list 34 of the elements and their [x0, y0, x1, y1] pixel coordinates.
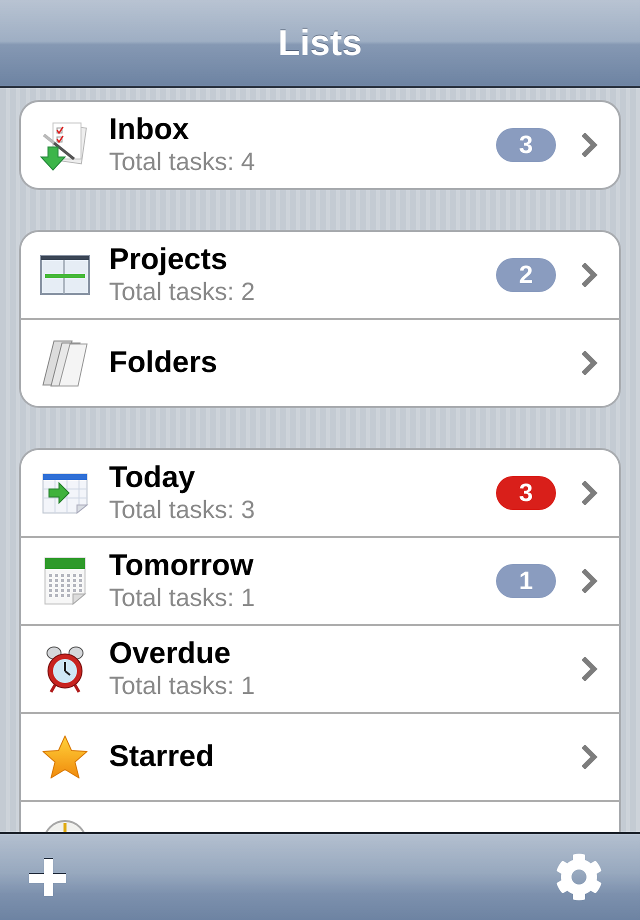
task-count-text: Total tasks: 3 — [109, 495, 256, 525]
list-title: Inbox — [109, 113, 190, 147]
chevron-icon — [582, 133, 598, 157]
task-count-text: Total tasks: 1 — [109, 583, 256, 613]
task-count-text: Total tasks: 1 — [109, 671, 256, 701]
chevron-icon — [582, 351, 598, 375]
count-badge: 3 — [496, 476, 556, 510]
settings-icon[interactable] — [555, 853, 603, 901]
list-title: Folders — [109, 346, 218, 380]
chevron-icon — [582, 745, 598, 769]
list-row[interactable]: Inbox Total tasks: 4 3 — [21, 102, 619, 188]
window-icon — [40, 255, 90, 295]
chevron-icon — [582, 481, 598, 505]
count-badge: 2 — [496, 258, 556, 292]
task-count-text: Total tasks: 2 — [109, 277, 256, 307]
star-icon — [42, 735, 88, 779]
list-row[interactable] — [21, 800, 619, 832]
list-title: Projects — [109, 243, 228, 277]
add-icon[interactable] — [29, 858, 67, 896]
chevron-icon — [582, 263, 598, 287]
task-count-text: Total tasks: 4 — [109, 147, 256, 177]
list-title: Tomorrow — [109, 549, 254, 583]
list-title: Starred — [109, 740, 216, 774]
count-badge: 1 — [496, 564, 556, 598]
list-title: Overdue — [109, 637, 232, 671]
alarm-clock-icon — [45, 645, 85, 693]
calendar-icon — [43, 556, 87, 606]
chevron-icon — [582, 569, 598, 593]
stacked-sheets-icon — [40, 338, 90, 388]
count-badge: 3 — [496, 128, 556, 162]
list-row[interactable]: Folders — [21, 318, 619, 406]
list-title: Today — [109, 461, 196, 495]
screen-title: Lists — [278, 22, 362, 64]
chevron-icon — [582, 657, 598, 681]
